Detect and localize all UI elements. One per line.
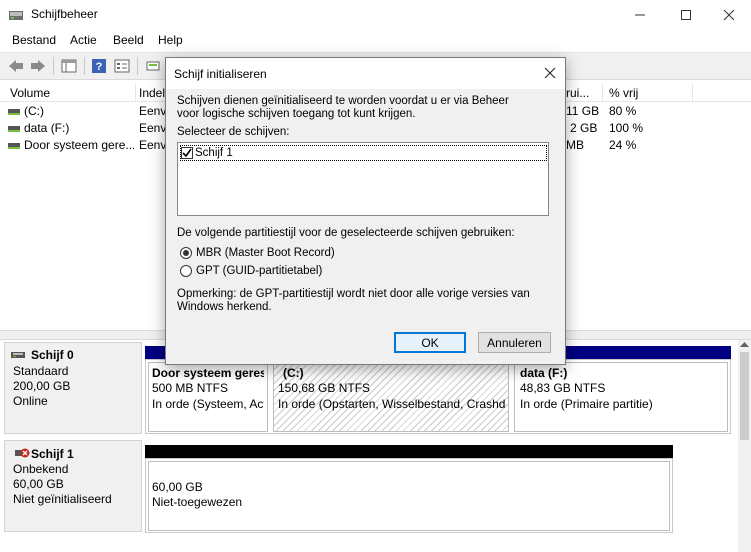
help-icon[interactable]: ? [89,56,109,76]
menu-help[interactable]: Help [158,33,183,47]
row-layout: Eenv [139,121,165,135]
dialog-close-icon[interactable] [537,60,563,86]
disk-management-app-icon [8,8,24,22]
volume-icon [8,126,20,132]
row-volume: data (F:) [24,121,70,135]
ok-button[interactable]: OK [394,332,466,353]
volume-icon [8,109,20,115]
disk-1-partition-bar [145,445,673,458]
connect-disk-icon[interactable] [143,56,163,76]
disk-1-checkbox[interactable] [181,147,193,159]
row-capacity: 2 GB [570,121,598,135]
partition-name: Door systeem geres [152,366,264,380]
unallocated-status: Niet-toegewezen [152,495,243,509]
scroll-up-icon[interactable] [739,340,750,350]
minimize-icon[interactable] [617,0,663,30]
menu-file[interactable]: Bestand [12,33,56,47]
column-free-percent[interactable]: % vrij [609,86,638,100]
row-volume: Door systeem gere... [24,138,134,152]
back-arrow-icon[interactable] [6,56,26,76]
partition-size: 48,83 GB NTFS [520,381,606,395]
row-volume: (C:) [24,104,44,118]
mbr-radio[interactable] [180,247,192,259]
volume-icon [8,143,20,149]
maximize-icon[interactable] [663,0,709,30]
disk-0-status: Online [13,394,48,408]
list-item-disk-1[interactable] [180,145,547,161]
row-free-percent: 24 % [609,138,637,152]
close-icon[interactable] [706,0,751,30]
partition-name: (C:) [283,366,304,380]
disk-icon [11,349,25,359]
disk-0-name: Schijf 0 [31,348,74,362]
disk-1-size: 60,00 GB [13,477,64,491]
scrollbar-thumb[interactable] [740,352,749,440]
partition-style-label: De volgende partitiestijl voor de gesele… [177,227,515,239]
disk-0-size: 200,00 GB [13,379,71,393]
toolbar-separator [84,57,85,75]
row-free-percent: 80 % [609,104,637,118]
console-tree-icon[interactable] [59,56,79,76]
gpt-radio[interactable] [180,265,192,277]
dialog-intro-text: Schijven dienen geïnitialiseerd te worde… [177,95,509,120]
cancel-button[interactable]: Annuleren [478,332,551,353]
window-title: Schijfbeheer [31,7,98,21]
column-layout[interactable]: Indel [139,86,165,100]
uninitialized-disk-icon [15,447,31,459]
partition-size: 150,68 GB NTFS [278,381,371,395]
disk-1-type: Onbekend [13,462,69,476]
column-capacity[interactable]: rui... [566,86,589,100]
toolbar-separator [137,57,138,75]
row-capacity: 11 GB [566,104,600,118]
menu-view[interactable]: Beeld [113,33,144,47]
forward-arrow-icon[interactable] [28,56,48,76]
properties-icon[interactable] [112,56,132,76]
mbr-radio-label[interactable]: MBR (Master Boot Record) [196,247,335,260]
column-separator[interactable] [135,84,136,102]
radio-selected-dot [183,250,189,256]
menu-action[interactable]: Actie [70,33,97,47]
row-layout: Eenv [139,104,165,118]
disk-1-name: Schijf 1 [31,447,74,461]
toolbar-separator [53,57,54,75]
column-separator[interactable] [602,84,603,102]
unallocated-size: 60,00 GB [152,480,203,494]
row-layout: Eenv [139,138,165,152]
column-separator[interactable] [692,84,693,102]
row-capacity: MB [566,138,584,152]
gpt-note: Opmerking: de GPT-partitiestijl wordt ni… [177,288,530,313]
partition-status: In orde (Opstarten, Wisselbestand, Crash… [278,397,506,411]
row-free-percent: 100 % [609,121,644,135]
svg-text:?: ? [96,61,103,73]
disk-1-status: Niet geïnitialiseerd [13,492,112,506]
partition-size: 500 MB NTFS [152,381,229,395]
partition-name: data (F:) [520,366,568,380]
column-volume[interactable]: Volume [10,86,50,100]
partition-status: In orde (Primaire partitie) [520,397,653,411]
gpt-radio-label[interactable]: GPT (GUID-partitietabel) [196,265,322,278]
disk-0-type: Standaard [13,364,69,378]
disk-1-item-label: Schijf 1 [195,147,233,159]
partition-status: In orde (Systeem, Act [152,397,264,411]
select-disks-label: Selecteer de schijven: [177,126,290,138]
dialog-title: Schijf initialiseren [174,67,267,81]
